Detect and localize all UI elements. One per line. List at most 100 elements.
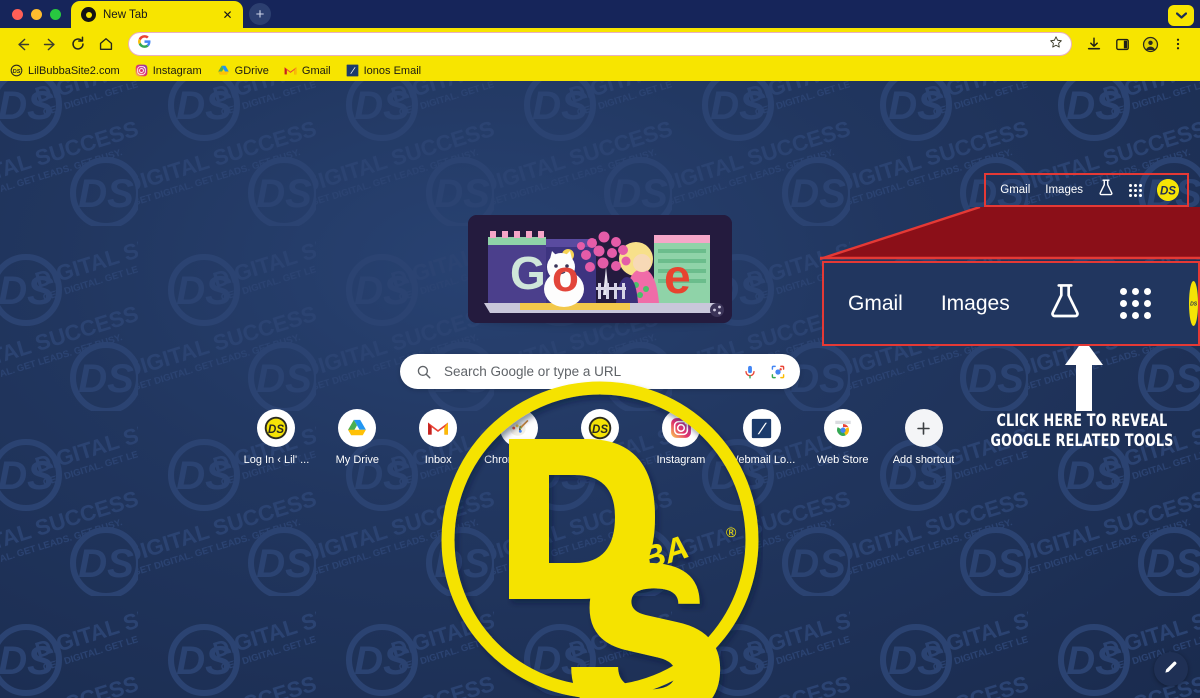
svg-text:DS: DS [268,424,284,436]
bookmark-label: LilBubbaSite2.com [28,64,120,77]
svg-text:DS: DS [1160,186,1176,198]
gmail-link[interactable]: Gmail [1000,184,1030,196]
instagram-icon [135,64,148,77]
bookmark-instagram[interactable]: Instagram [135,64,202,77]
tab-title: New Tab [103,8,148,21]
shortcut-label: Instagram [656,454,706,466]
google-apps-grid-icon[interactable] [1129,183,1142,197]
chevron-down-icon[interactable] [1168,5,1194,26]
bookmarks-bar: DS LilBubbaSite2.com Instagram GDrive Gm… [0,60,1200,81]
close-icon[interactable]: ✕ [220,7,235,22]
address-bar[interactable] [128,32,1072,56]
maximize-window-button[interactable] [50,9,61,20]
bookmark-gdrive[interactable]: GDrive [217,64,269,77]
bookmark-label: Gmail [301,64,331,77]
shortcut-label: Web Store [816,454,869,466]
ionos-icon [346,64,359,77]
search-box[interactable]: Search Google or type a URL [400,354,800,389]
shortcut-tile-instagram[interactable]: Instagram [640,409,721,466]
callout-images-link[interactable]: Images [941,292,1010,316]
chrome-icon [81,7,96,22]
shortcut-tile-webmail[interactable]: Webmail Lo... [721,409,802,466]
plus-icon[interactable]: + [249,3,271,25]
minimize-window-button[interactable] [31,9,42,20]
pencil-edit-icon [1163,659,1179,680]
svg-text:G: G [510,247,546,299]
labs-flask-icon[interactable] [1048,282,1082,325]
images-link[interactable]: Images [1045,184,1083,196]
google-tools-magnified-callout: Gmail Images DS [822,261,1200,346]
plus-icon [904,409,943,447]
shortcut-tile-my-drive[interactable]: My Drive [317,409,398,466]
svg-text:o: o [552,252,579,301]
gmail-icon [284,64,297,77]
up-arrow-icon [1065,339,1103,411]
shortcut-label: Add shortcut [892,454,955,466]
ds-logo-icon: DS [257,409,296,447]
google-apps-grid-icon[interactable] [1119,288,1151,319]
download-icon[interactable] [1080,30,1108,58]
google-g-icon [138,35,151,53]
google-lens-icon[interactable] [770,364,786,380]
shortcut-tiles: DS Log In ‹ Lil' ... My Drive Inbox Chro… [236,409,964,477]
shortcut-label: My Drive [335,454,380,466]
search-icon [416,364,432,380]
ionos-icon [742,409,781,447]
shortcut-tile-chrome-themes[interactable]: Chrome The... [479,409,560,466]
profile-avatar-icon[interactable] [1136,30,1164,58]
chrome-themes-icon [500,409,539,447]
shortcut-tile-login[interactable]: DS Log In ‹ Lil' ... [236,409,317,466]
shortcut-tile-web-store[interactable]: Web Store [802,409,883,466]
new-tab-page: DS DIGITAL SUCCESS GET DIGITAL. GET LEAD… [0,81,1200,698]
browser-window: New Tab ✕ + DS LilBubbaSite2.com Instagr… [0,0,1200,698]
chrome-webstore-icon [823,409,862,447]
bookmark-label: Instagram [152,64,202,77]
shortcut-label: Log In ‹ Lil' ... [243,454,310,466]
instagram-icon [661,409,700,447]
annotation-caption: CLICK HERE TO REVEAL GOOGLE RELATED TOOL… [975,411,1188,451]
bookmark-ionos-email[interactable]: Ionos Email [346,64,421,77]
home-icon[interactable] [92,30,120,58]
browser-tab[interactable]: New Tab ✕ [71,1,243,28]
star-icon[interactable] [1049,35,1063,54]
svg-text:DS: DS [12,69,20,75]
ds-avatar-icon[interactable]: DS [1188,281,1198,326]
svg-text:DS: DS [1190,302,1198,308]
google-doodle[interactable]: G o o e [468,215,732,323]
shortcut-label: Chrome The... [484,454,555,466]
shortcut-tile-custom-landing[interactable]: DS Custom Lan... [560,409,641,466]
bookmark-label: Ionos Email [363,64,422,77]
svg-text:®: ® [726,524,737,540]
labs-flask-icon[interactable] [1098,178,1114,202]
google-tools-bar: Gmail Images DS [984,173,1189,207]
gmail-icon [419,409,458,447]
ds-logo-icon: DS [581,409,619,447]
side-panel-icon[interactable] [1108,30,1136,58]
browser-toolbar [0,28,1200,60]
ds-avatar-icon[interactable]: DS [1157,179,1179,201]
microphone-icon[interactable] [742,364,758,380]
three-dot-menu-icon[interactable] [1164,30,1192,58]
close-window-button[interactable] [12,9,23,20]
search-input[interactable]: Search Google or type a URL [444,364,730,379]
customize-chrome-button[interactable] [1154,652,1188,686]
reload-icon[interactable] [64,30,92,58]
svg-text:Lil': Lil' [528,560,573,600]
shortcut-tile-add[interactable]: Add shortcut [883,409,964,466]
caption-line-1: CLICK HERE TO REVEAL [996,411,1168,430]
caption-line-2: GOOGLE RELATED TOOLS [990,431,1174,451]
ds-logo-icon: DS [10,64,23,77]
svg-text:e: e [664,251,691,304]
bookmark-lilbubbasite[interactable]: DS LilBubbaSite2.com [10,64,120,77]
svg-text:BUBBA: BUBBA [568,528,693,600]
bookmark-gmail[interactable]: Gmail [284,64,331,77]
back-arrow-icon[interactable] [8,30,36,58]
forward-arrow-icon[interactable] [36,30,64,58]
shortcut-label: Custom Lan... [565,454,635,466]
shortcut-tile-inbox[interactable]: Inbox [398,409,479,466]
window-traffic-lights [0,9,71,28]
google-drive-icon [217,64,230,77]
callout-gmail-link[interactable]: Gmail [848,292,903,316]
magnifier-connector [820,207,1200,261]
shortcut-label: Inbox [424,454,452,466]
